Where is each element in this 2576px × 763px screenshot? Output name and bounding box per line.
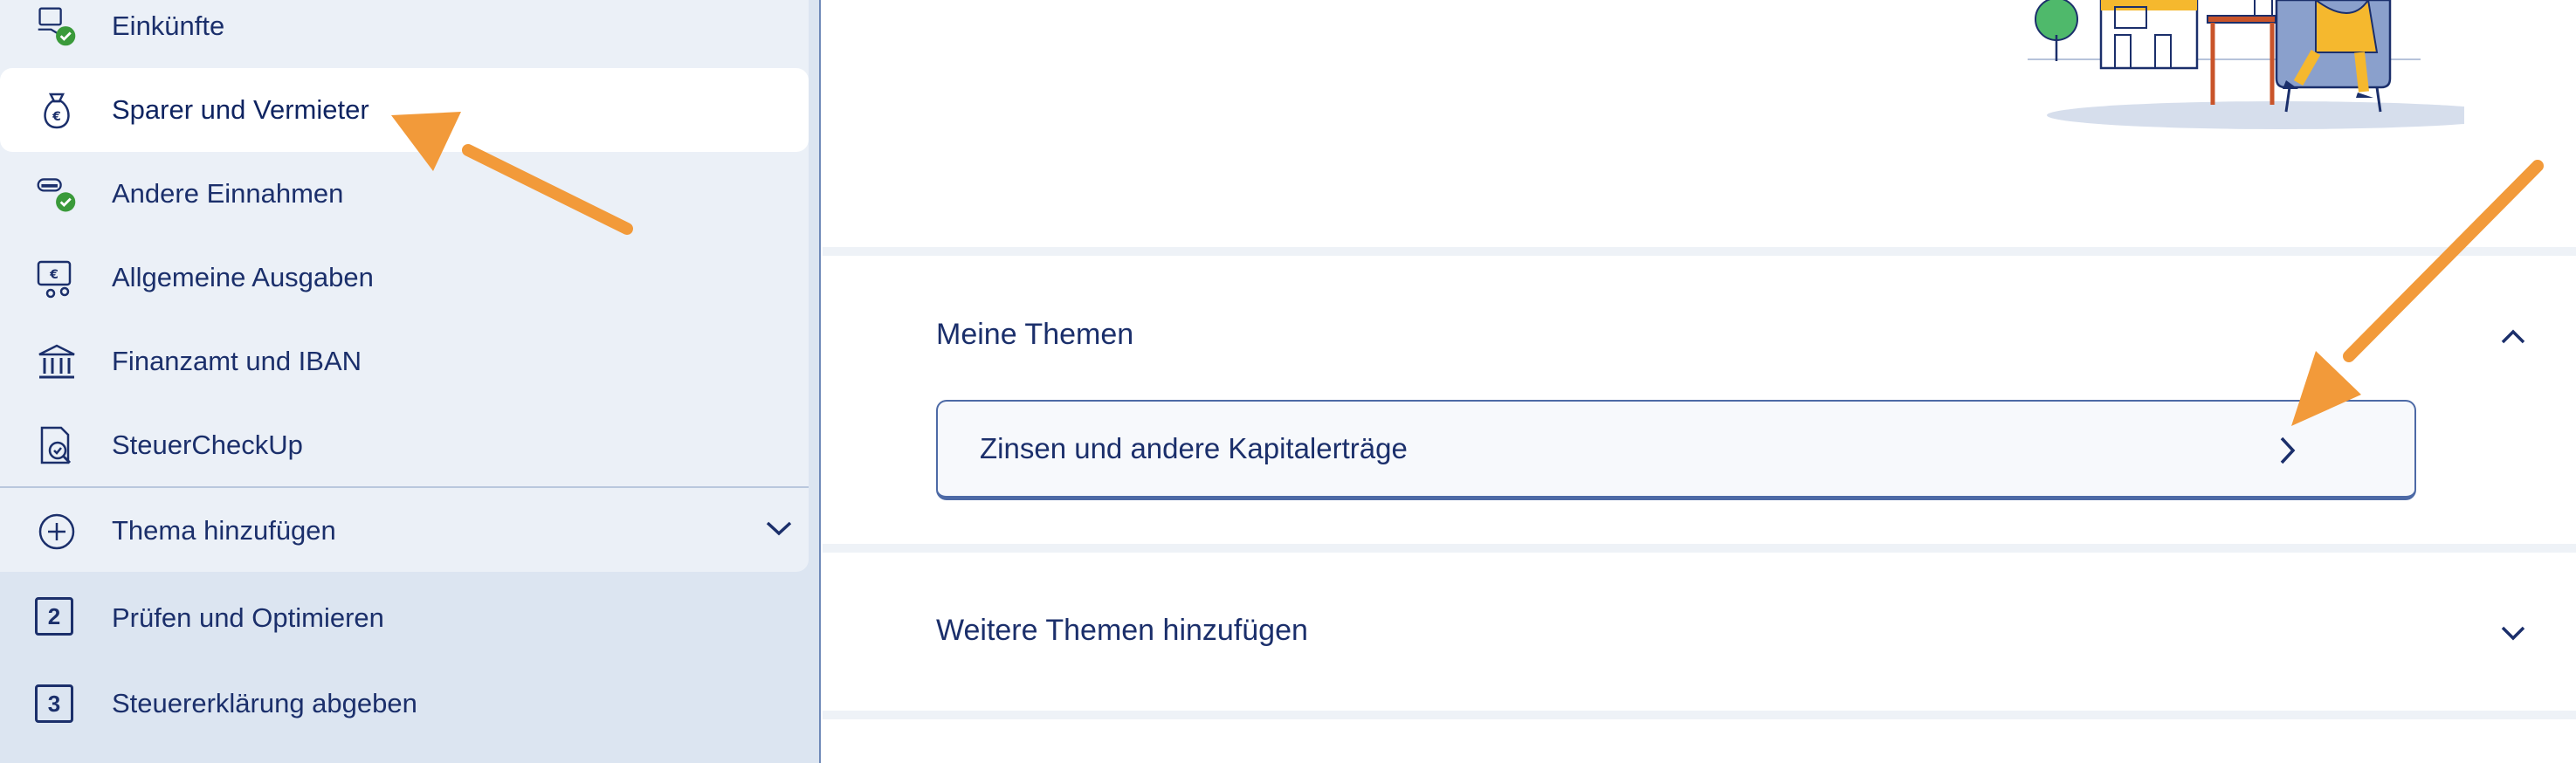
sidebar-item-steuercheckup[interactable]: SteuerCheckUp	[0, 403, 809, 487]
sidebar-item-label: Allgemeine Ausgaben	[112, 262, 374, 292]
living-room-illustration	[2028, 0, 2464, 129]
sidebar-item-label: Andere Einnahmen	[112, 178, 344, 209]
sidebar-item-label: Finanzamt und IBAN	[112, 346, 362, 376]
step-pruefen-und-optimieren[interactable]: 2 Prüfen und Optimieren	[0, 576, 819, 660]
step-number-badge: 2	[35, 597, 73, 636]
sidebar-item-finanzamt-und-iban[interactable]: Finanzamt und IBAN	[0, 320, 809, 403]
add-topic-label: Thema hinzufügen	[112, 515, 336, 546]
chevron-down-icon[interactable]	[764, 518, 794, 543]
add-topic-toggle[interactable]: Thema hinzufügen	[0, 489, 809, 573]
sidebar-item-label: SteuerCheckUp	[112, 430, 303, 460]
banknote-euro-icon: €	[35, 257, 79, 300]
sidebar-item-allgemeine-ausgaben[interactable]: € Allgemeine Ausgaben	[0, 236, 809, 320]
sidebar-item-label: Sparer und Vermieter	[112, 94, 369, 125]
topic-card-label: Zinsen und andere Kapitalerträge	[980, 432, 1408, 464]
sidebar: Einkünfte € Sparer und Vermieter Andere …	[0, 0, 821, 763]
section-separator	[823, 711, 2576, 719]
my-topics-title: Meine Themen	[936, 318, 1134, 351]
chevron-up-icon[interactable]	[2496, 320, 2531, 354]
sidebar-item-label: Einkünfte	[112, 10, 225, 41]
svg-text:€: €	[52, 110, 61, 124]
sidebar-item-sparer-und-vermieter[interactable]: € Sparer und Vermieter	[0, 68, 809, 152]
section-separator	[823, 544, 2576, 553]
step-label: Prüfen und Optimieren	[112, 602, 384, 633]
main-content: Meine Themen Zinsen und andere Kapitaler…	[823, 0, 2576, 763]
money-bag-euro-icon: €	[35, 89, 79, 133]
chevron-right-icon	[2274, 433, 2300, 472]
step-steuererklaerung-abgeben[interactable]: 3 Steuererklärung abgeben	[0, 662, 819, 746]
income-check-icon	[35, 5, 79, 49]
document-check-icon	[35, 424, 79, 468]
topic-card-zinsen[interactable]: Zinsen und andere Kapitalerträge	[936, 400, 2416, 500]
more-topics-title[interactable]: Weitere Themen hinzufügen	[936, 614, 1308, 648]
sidebar-item-andere-einnahmen[interactable]: Andere Einnahmen	[0, 152, 809, 236]
sidebar-topic-panel: Einkünfte € Sparer und Vermieter Andere …	[0, 0, 809, 572]
bank-building-icon	[35, 340, 79, 384]
step-number-badge: 3	[35, 684, 73, 723]
sidebar-item-einkuenfte[interactable]: Einkünfte	[0, 0, 809, 68]
sidebar-divider	[0, 486, 809, 488]
svg-text:€: €	[49, 268, 59, 282]
chevron-down-icon[interactable]	[2496, 615, 2531, 650]
plus-circle-icon	[35, 510, 79, 553]
coins-check-icon	[35, 173, 79, 217]
step-label: Steuererklärung abgeben	[112, 688, 417, 718]
section-separator	[823, 247, 2576, 256]
